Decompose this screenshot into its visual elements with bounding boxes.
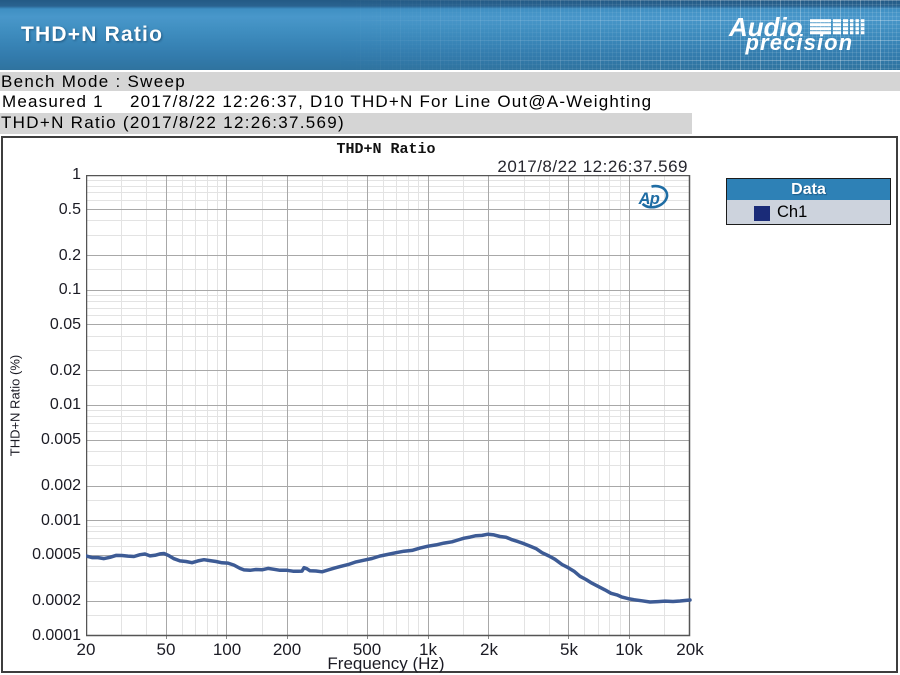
svg-text:A: A bbox=[638, 190, 651, 208]
svg-text:p: p bbox=[649, 190, 660, 208]
